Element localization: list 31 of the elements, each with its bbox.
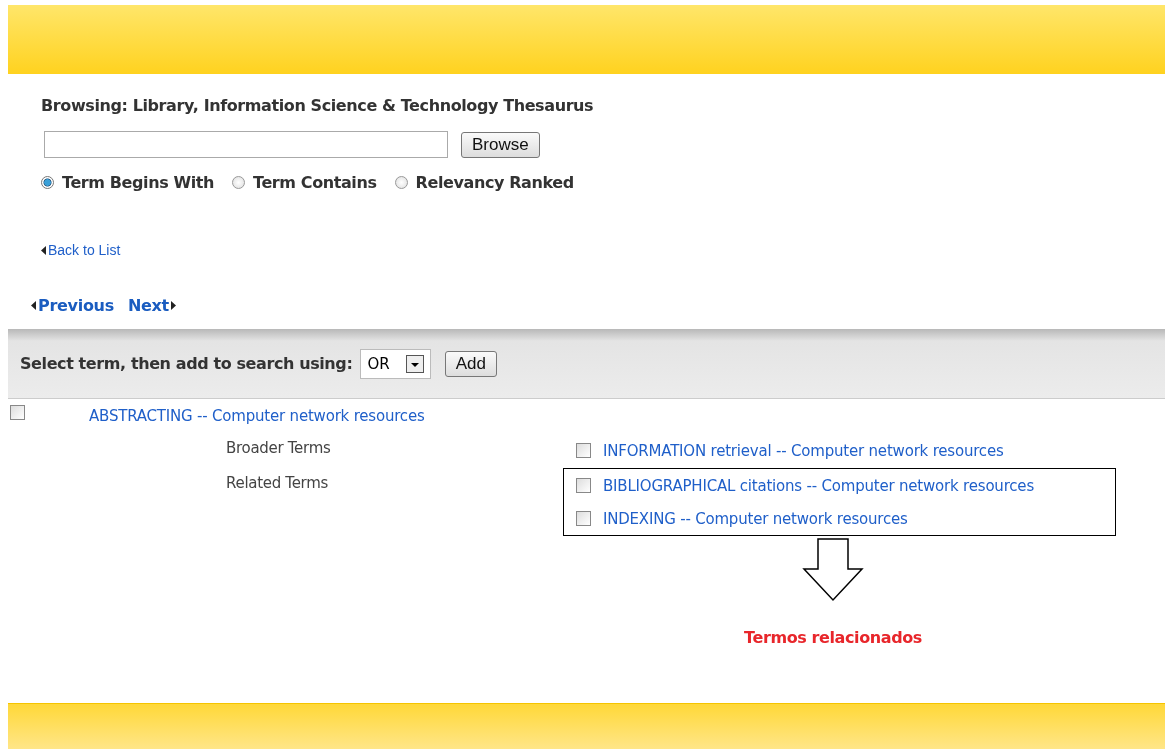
left-triangle-icon (31, 301, 36, 310)
radio-button[interactable] (394, 176, 408, 189)
left-triangle-icon (41, 245, 46, 255)
radio-button[interactable] (41, 176, 54, 189)
page-heading: Browsing: Library, Information Science & Technology Thesaurus (41, 96, 595, 115)
previous-link[interactable]: Previous (38, 296, 114, 315)
checkbox[interactable] (576, 478, 591, 493)
down-arrow-icon (802, 538, 864, 602)
term-link[interactable]: ABSTRACTING -- Computer network resources (89, 407, 425, 425)
term-link[interactable]: INDEXING -- Computer network resources (603, 509, 908, 528)
next-link[interactable]: Next (127, 296, 169, 315)
operator-dropdown[interactable]: OR (360, 348, 431, 379)
radio-label[interactable]: Term Begins With (62, 173, 214, 192)
annotation-text: Termos relacionados (744, 628, 922, 647)
right-triangle-icon (170, 301, 176, 310)
term-link[interactable]: BIBLIOGRAPHICAL citations -- Computer network resources (603, 476, 1034, 495)
toolbar-label: Select term, then add to search using: (20, 354, 353, 373)
browse-button[interactable]: Browse (461, 131, 540, 158)
search-field[interactable] (44, 131, 448, 158)
back-link[interactable]: Back to List (48, 242, 121, 258)
radio-label[interactable]: Relevancy Ranked (415, 173, 574, 192)
term-link[interactable]: INFORMATION retrieval -- Computer network resources (603, 441, 1004, 460)
radio-button[interactable] (232, 176, 245, 189)
checkbox[interactable] (576, 511, 591, 526)
checkbox[interactable] (10, 405, 25, 420)
radio-label[interactable]: Term Contains (253, 173, 377, 192)
group-label: Broader Terms (225, 438, 332, 457)
checkbox[interactable] (576, 443, 591, 458)
caret-icon (405, 354, 424, 373)
add-button[interactable]: Add (444, 350, 497, 377)
group-label: Related Terms (225, 473, 329, 492)
